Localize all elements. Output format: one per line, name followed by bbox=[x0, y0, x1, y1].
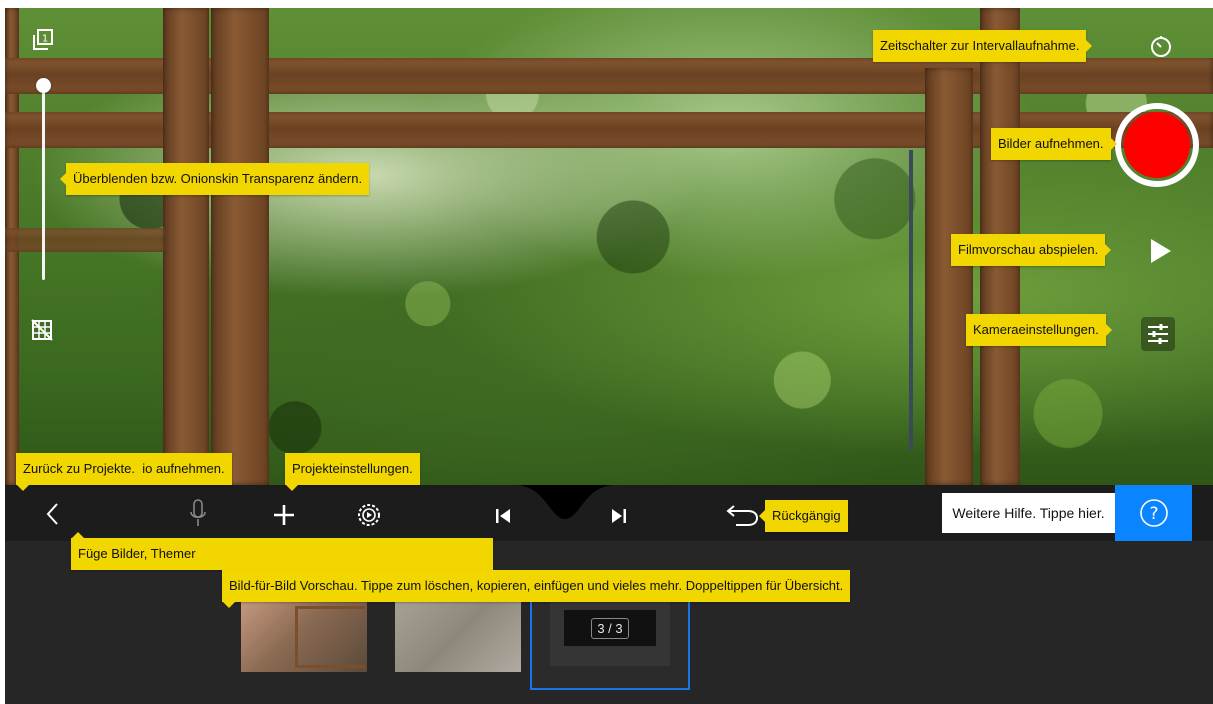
first-frame-button[interactable] bbox=[492, 505, 514, 527]
tooltip-play-preview: Filmvorschau abspielen. bbox=[951, 234, 1112, 266]
play-icon[interactable] bbox=[1147, 237, 1175, 265]
window-frame bbox=[5, 228, 165, 252]
record-audio-button[interactable] bbox=[188, 498, 208, 530]
frame-thumbnail-2[interactable] bbox=[395, 598, 521, 672]
window-frame bbox=[211, 8, 269, 485]
timer-icon[interactable] bbox=[1147, 32, 1175, 60]
back-button[interactable] bbox=[41, 500, 63, 528]
tooltip-add: Füge Bilder, Themer bbox=[71, 532, 493, 570]
undo-icon bbox=[726, 505, 759, 526]
onion-slider-track[interactable] bbox=[42, 86, 45, 280]
svg-text:?: ? bbox=[1149, 504, 1158, 524]
svg-text:1: 1 bbox=[42, 34, 48, 45]
tooltip-undo: Rückgängig bbox=[759, 500, 848, 532]
app-window: 1 Weitere Hilfe. Tippe hier. ? 3 / 3 Zei… bbox=[5, 8, 1213, 704]
tooltip-interval-timer: Zeitschalter zur Intervallaufnahme. bbox=[873, 30, 1093, 62]
frame-thumbnail-1[interactable] bbox=[241, 598, 367, 672]
window-glass-edge bbox=[909, 150, 927, 450]
chevron-left-icon bbox=[46, 503, 58, 525]
question-icon: ? bbox=[1139, 499, 1168, 527]
tooltip-capture: Bilder aufnehmen. bbox=[991, 128, 1117, 160]
record-button[interactable] bbox=[1115, 103, 1199, 187]
gear-icon bbox=[358, 504, 380, 526]
onion-slider-thumb[interactable] bbox=[36, 78, 51, 93]
window-frame bbox=[163, 8, 209, 485]
help-button[interactable]: ? bbox=[1115, 485, 1192, 541]
skip-back-icon bbox=[496, 509, 510, 523]
tooltip-filmstrip: Bild-für-Bild Vorschau. Tippe zum lösche… bbox=[222, 570, 851, 608]
window-frame bbox=[925, 68, 973, 485]
last-frame-button[interactable] bbox=[608, 505, 630, 527]
record-dot bbox=[1124, 112, 1190, 178]
toolbar-notch bbox=[515, 485, 615, 519]
microphone-icon bbox=[190, 499, 206, 526]
tooltip-onion-skin: Überblenden bzw. Onionskin Transparenz ä… bbox=[59, 163, 370, 195]
plus-icon bbox=[274, 505, 294, 525]
tooltip-camera-settings: Kameraeinstellungen. bbox=[966, 314, 1112, 346]
layers-icon[interactable]: 1 bbox=[31, 28, 55, 52]
sliders-icon[interactable] bbox=[1141, 317, 1175, 351]
frame-counter: 3 / 3 bbox=[591, 617, 629, 639]
help-label[interactable]: Weitere Hilfe. Tippe hier. bbox=[942, 493, 1115, 533]
project-settings-button[interactable] bbox=[354, 500, 384, 530]
add-button[interactable] bbox=[271, 502, 297, 528]
skip-forward-icon bbox=[612, 509, 626, 523]
undo-button[interactable] bbox=[725, 502, 761, 528]
grid-off-icon[interactable] bbox=[30, 318, 54, 342]
thumbnail-window-frame bbox=[295, 606, 365, 668]
tooltip-project-settings: Projekteinstellungen. bbox=[285, 453, 420, 491]
frame-counter-box: 3 / 3 bbox=[564, 610, 656, 646]
tooltip-back: Zurück zu Projekte. io aufnehmen. bbox=[16, 453, 232, 491]
